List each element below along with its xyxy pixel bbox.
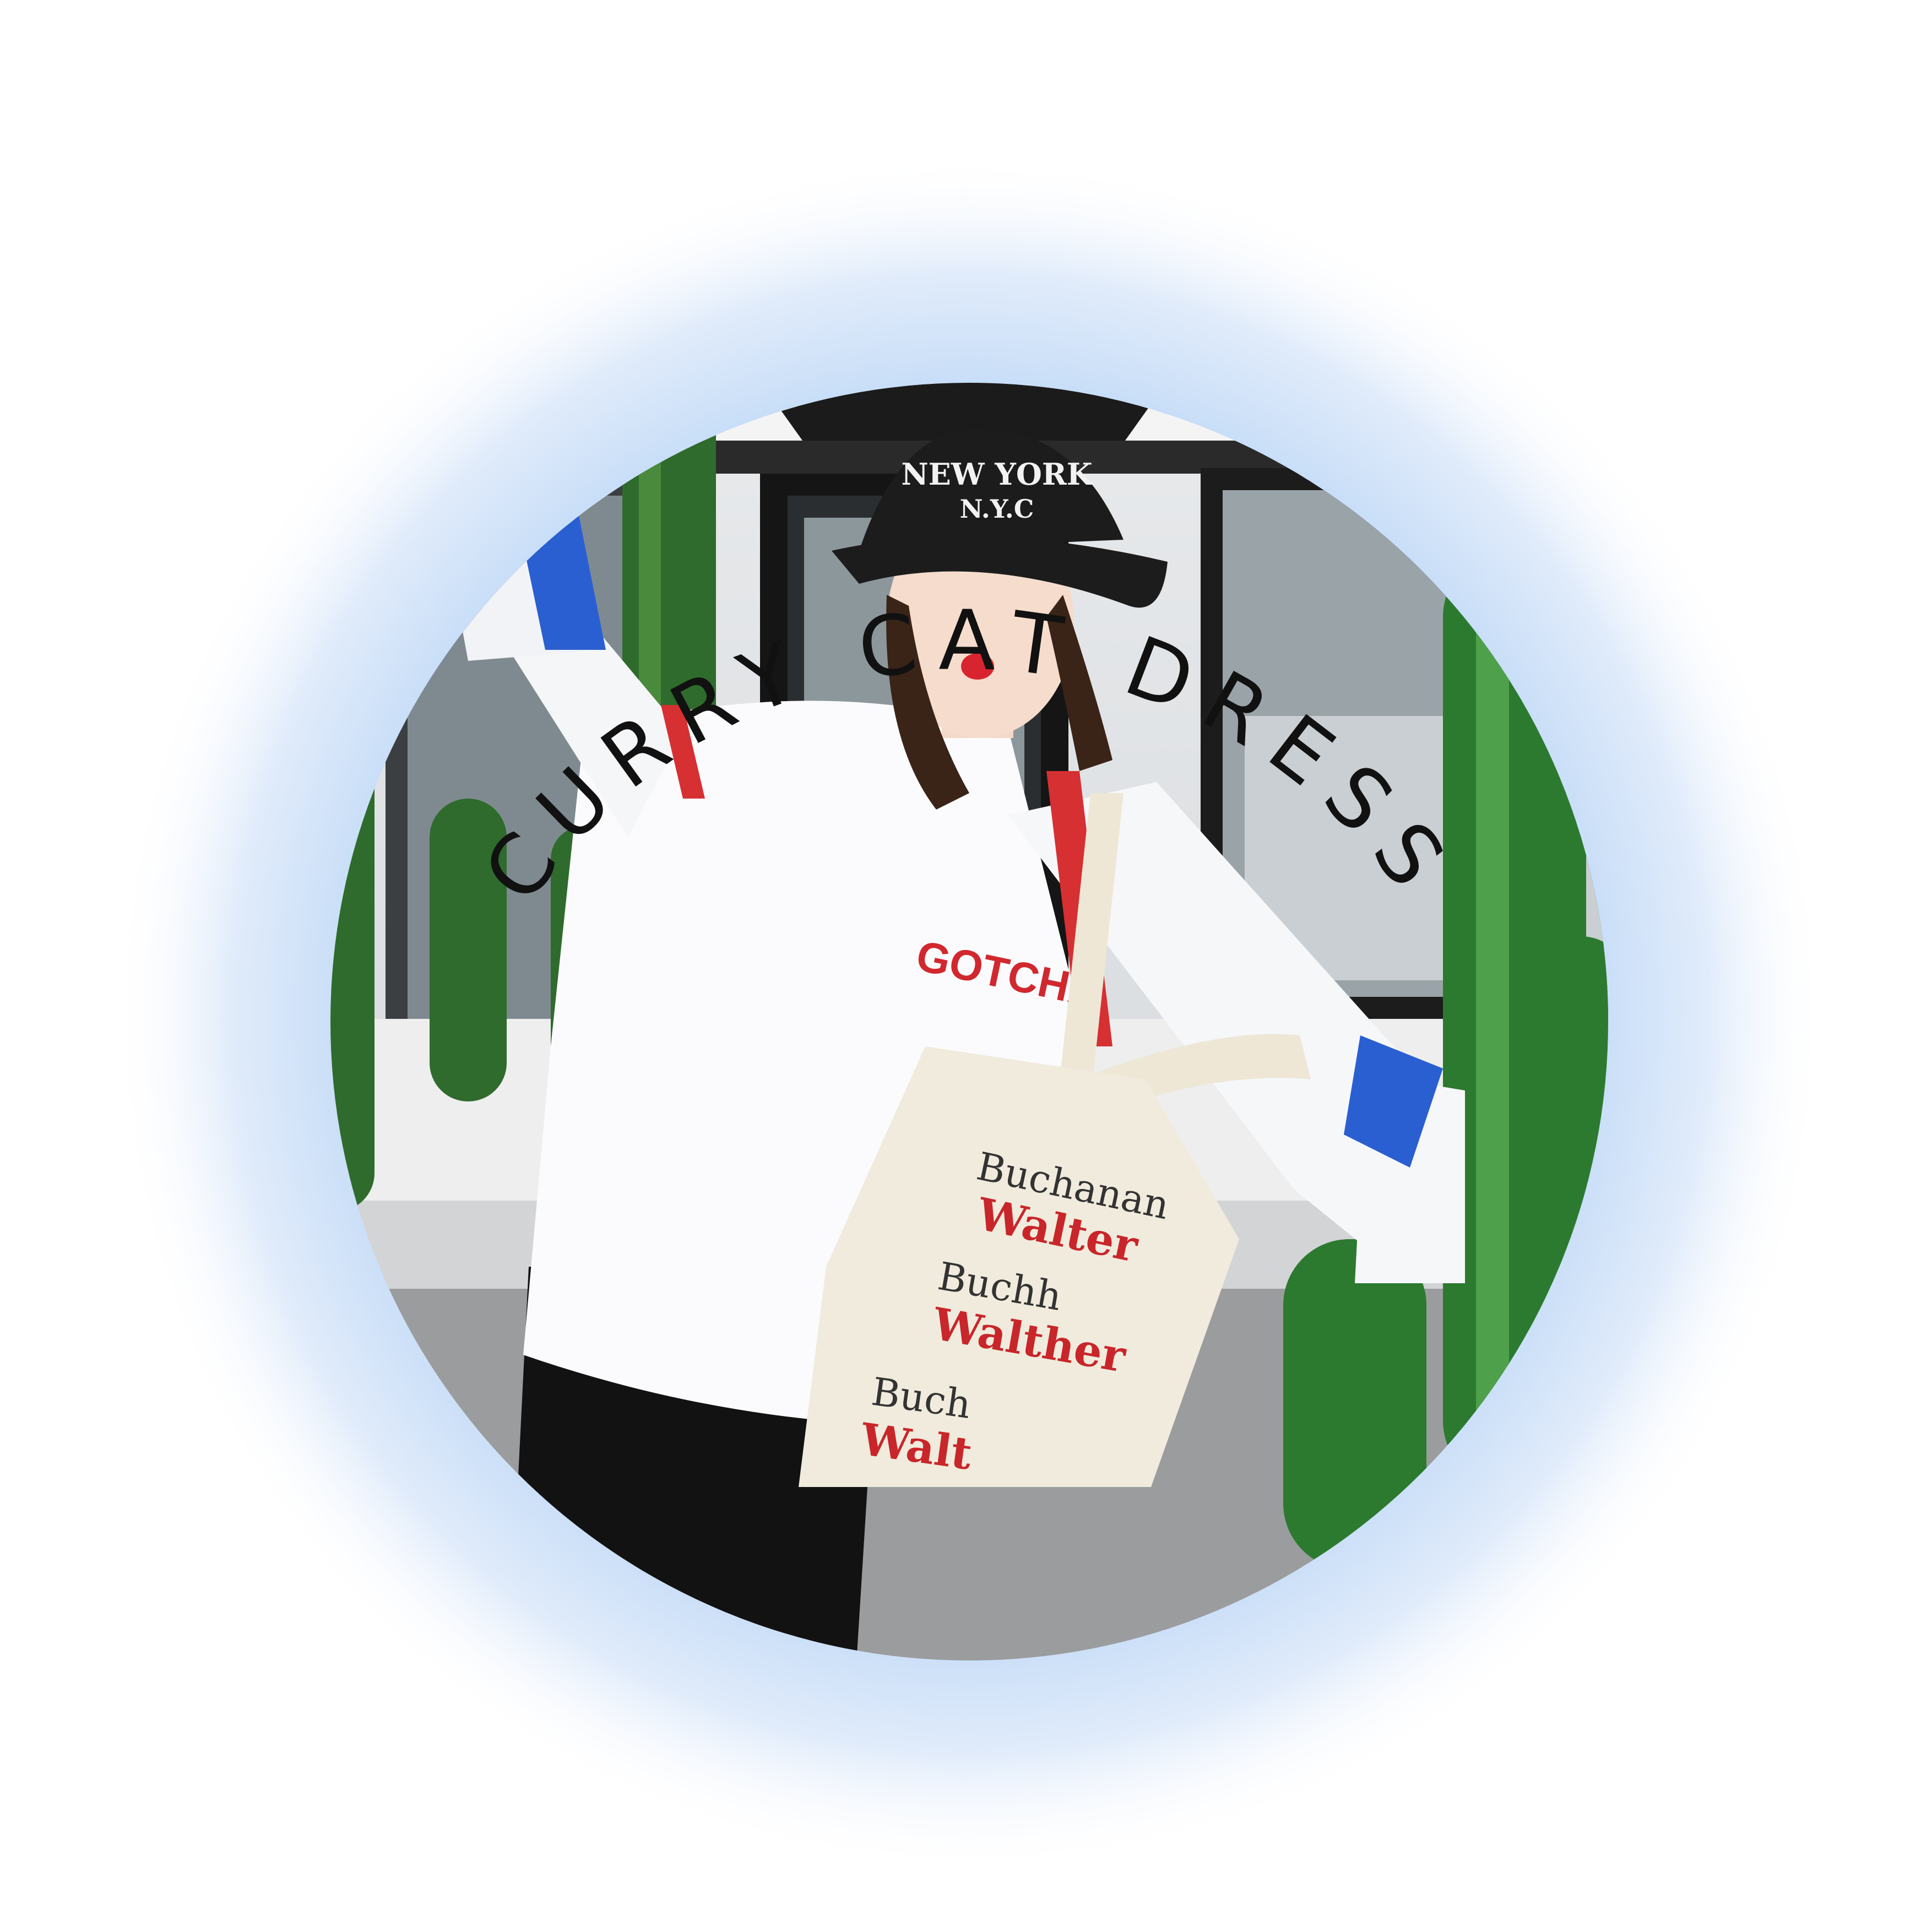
hat-text-line2: N.Y.C (960, 494, 1034, 524)
hat-text-line1: NEW YORK (901, 457, 1093, 492)
badge-graphic: NEW YORK N.Y.C GOTCHA Buchanan Walter Bu… (0, 0, 1932, 1932)
